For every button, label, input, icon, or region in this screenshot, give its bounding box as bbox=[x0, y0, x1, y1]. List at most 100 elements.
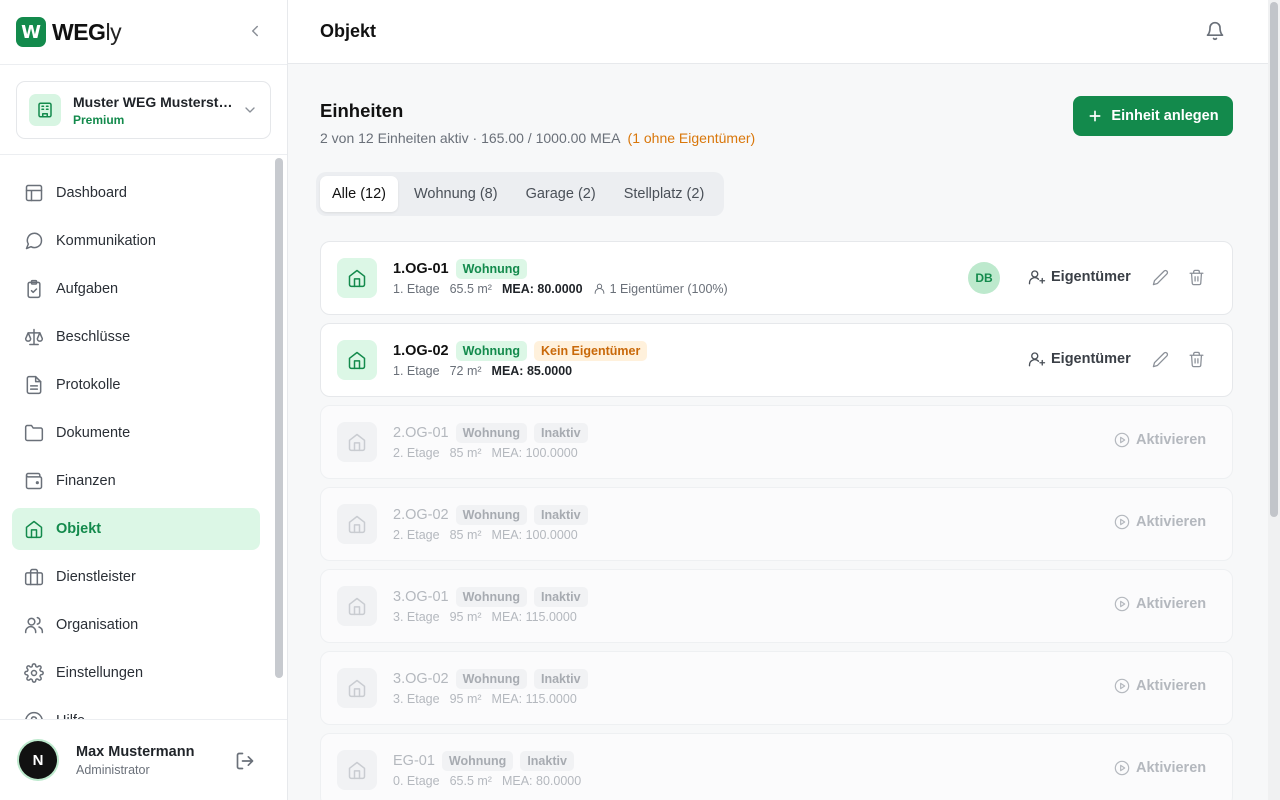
house-icon bbox=[348, 515, 366, 534]
section-title: Einheiten bbox=[320, 100, 404, 121]
unit-meta: 1. Etage 65.5 m² MEA: 80.0000 1 Eigentüm… bbox=[393, 282, 748, 296]
unit-row[interactable]: 3.OG-01 Wohnung Inaktiv 3. Etage 95 m² M… bbox=[320, 569, 1233, 643]
logo-text: WEGly bbox=[52, 19, 122, 46]
logo-icon: W bbox=[16, 17, 46, 47]
brand[interactable]: W WEGly bbox=[0, 0, 287, 64]
unit-status-badge: Inaktiv bbox=[534, 505, 588, 525]
org-switcher-wrap: Muster WEG Musterstraße Premium bbox=[0, 64, 287, 155]
unit-type-badge: Wohnung bbox=[441, 751, 514, 771]
tab-stellplatz[interactable]: Stellplatz (2) bbox=[612, 176, 717, 212]
add-owner-label: Eigentümer bbox=[1051, 269, 1131, 285]
unit-status-badge: Inaktiv bbox=[520, 751, 574, 771]
unit-floor: 3. Etage bbox=[393, 692, 440, 706]
unit-floor: 2. Etage bbox=[393, 528, 440, 542]
bell-icon[interactable] bbox=[1205, 21, 1225, 41]
unit-area: 65.5 m² bbox=[449, 774, 492, 788]
sidebar-item-finanzen[interactable]: Finanzen bbox=[12, 460, 260, 502]
unit-name: 2.OG-02 bbox=[393, 507, 449, 523]
unit-row[interactable]: 1.OG-01 Wohnung 1. Etage 65.5 m² MEA: 80… bbox=[320, 241, 1233, 315]
user-plus-icon bbox=[1028, 270, 1046, 285]
play-circle-icon bbox=[1114, 760, 1130, 776]
activate-button[interactable]: Aktivieren bbox=[1114, 596, 1206, 612]
activate-button[interactable]: Aktivieren bbox=[1114, 514, 1206, 530]
tab-alle[interactable]: Alle (12) bbox=[320, 176, 398, 212]
unit-name: 3.OG-02 bbox=[393, 671, 449, 687]
sidebar-item-protokolle[interactable]: Protokolle bbox=[12, 364, 260, 406]
sidebar-item-organisation[interactable]: Organisation bbox=[12, 604, 260, 646]
sidebar-item-kommunikation[interactable]: Kommunikation bbox=[12, 220, 260, 262]
topbar: Objekt bbox=[288, 0, 1268, 64]
activate-button[interactable]: Aktivieren bbox=[1114, 760, 1206, 776]
sidebar-item-label: Beschlüsse bbox=[56, 329, 131, 345]
folder-icon bbox=[24, 424, 44, 442]
page-scrollbar[interactable] bbox=[1268, 0, 1280, 800]
scale-icon bbox=[24, 328, 44, 346]
edit-icon[interactable] bbox=[1152, 351, 1169, 368]
page-scrollbar-thumb[interactable] bbox=[1270, 2, 1278, 517]
house-icon bbox=[348, 679, 366, 698]
add-owner-button[interactable]: Eigentümer bbox=[1028, 268, 1131, 286]
unit-meta: 2. Etage 85 m² MEA: 100.0000 bbox=[393, 528, 588, 542]
logout-icon[interactable] bbox=[235, 751, 255, 771]
clipboard-icon bbox=[27, 279, 41, 299]
unit-icon bbox=[337, 586, 377, 626]
sidebar-scrollbar[interactable] bbox=[275, 158, 283, 678]
unit-title: 2.OG-02 Wohnung Inaktiv bbox=[393, 505, 588, 525]
add-owner-label: Eigentümer bbox=[1051, 351, 1131, 367]
house-icon bbox=[348, 269, 366, 288]
unit-meta: 2. Etage 85 m² MEA: 100.0000 bbox=[393, 446, 588, 460]
unit-filter-tabs: Alle (12) Wohnung (8) Garage (2) Stellplatz… bbox=[316, 172, 725, 216]
sidebar-item-beschlüsse[interactable]: Beschlüsse bbox=[12, 316, 260, 358]
sidebar-item-objekt[interactable]: Objekt bbox=[12, 508, 260, 550]
add-unit-button[interactable]: Einheit anlegen bbox=[1073, 96, 1233, 136]
unit-row[interactable]: 2.OG-02 Wohnung Inaktiv 2. Etage 85 m² M… bbox=[320, 487, 1233, 561]
unit-mea: MEA: 115.0000 bbox=[491, 692, 577, 706]
sidebar-item-dienstleister[interactable]: Dienstleister bbox=[12, 556, 260, 598]
edit-icon[interactable] bbox=[1152, 269, 1169, 286]
sidebar-item-label: Aufgaben bbox=[56, 281, 119, 297]
sidebar-item-hilfe[interactable]: Hilfe bbox=[12, 700, 260, 719]
unit-meta: 0. Etage 65.5 m² MEA: 80.0000 bbox=[393, 774, 591, 788]
sidebar-item-label: Einstellungen bbox=[56, 665, 144, 681]
unit-name: 1.OG-01 bbox=[393, 261, 449, 277]
unit-meta: 3. Etage 95 m² MEA: 115.0000 bbox=[393, 692, 587, 706]
unit-floor: 2. Etage bbox=[393, 446, 440, 460]
tab-garage[interactable]: Garage (2) bbox=[514, 176, 608, 212]
unit-floor: 1. Etage bbox=[393, 282, 440, 296]
activate-button[interactable]: Aktivieren bbox=[1114, 432, 1206, 448]
unit-row[interactable]: EG-01 Wohnung Inaktiv 0. Etage 65.5 m² M… bbox=[320, 733, 1233, 800]
trash-icon[interactable] bbox=[1188, 351, 1205, 368]
unit-row[interactable]: 1.OG-02 Wohnung Kein Eigentümer 1. Etage… bbox=[320, 323, 1233, 397]
owner-avatar[interactable]: DB bbox=[968, 262, 1000, 294]
unit-title: 3.OG-01 Wohnung Inaktiv bbox=[393, 587, 588, 607]
activate-button[interactable]: Aktivieren bbox=[1114, 678, 1206, 694]
sidebar-item-aufgaben[interactable]: Aufgaben bbox=[12, 268, 260, 310]
sidebar-item-einstellungen[interactable]: Einstellungen bbox=[12, 652, 260, 694]
activate-label: Aktivieren bbox=[1136, 514, 1207, 530]
add-owner-button[interactable]: Eigentümer bbox=[1028, 350, 1131, 368]
unit-row[interactable]: 3.OG-02 Wohnung Inaktiv 3. Etage 95 m² M… bbox=[320, 651, 1233, 725]
house-icon bbox=[348, 597, 366, 616]
sidebar-item-label: Organisation bbox=[56, 617, 139, 633]
unit-icon bbox=[337, 668, 377, 708]
play-circle-icon bbox=[1114, 514, 1130, 530]
trash-icon[interactable] bbox=[1188, 269, 1205, 286]
sidebar-item-dashboard[interactable]: Dashboard bbox=[12, 172, 260, 214]
unit-title: 1.OG-01 Wohnung bbox=[393, 259, 527, 279]
sidebar-item-dokumente[interactable]: Dokumente bbox=[12, 412, 260, 454]
user-profile[interactable]: N Max Mustermann Administrator bbox=[0, 719, 287, 800]
user-name: Max Mustermann bbox=[76, 743, 195, 760]
unit-name: 3.OG-01 bbox=[393, 589, 449, 605]
unit-row[interactable]: 2.OG-01 Wohnung Inaktiv 2. Etage 85 m² M… bbox=[320, 405, 1233, 479]
unit-status-badge: Inaktiv bbox=[534, 669, 588, 689]
unit-title: EG-01 Wohnung Inaktiv bbox=[393, 751, 574, 771]
activate-label: Aktivieren bbox=[1136, 678, 1207, 694]
org-switcher[interactable]: Muster WEG Musterstraße Premium bbox=[16, 81, 271, 139]
unit-icon bbox=[337, 504, 377, 544]
unit-mea: MEA: 115.0000 bbox=[491, 610, 577, 624]
unit-title: 3.OG-02 Wohnung Inaktiv bbox=[393, 669, 588, 689]
unit-mea: MEA: 80.0000 bbox=[501, 282, 583, 296]
collapse-sidebar-icon[interactable] bbox=[246, 22, 264, 40]
building-icon bbox=[29, 94, 61, 126]
tab-wohnung[interactable]: Wohnung (8) bbox=[402, 176, 510, 212]
